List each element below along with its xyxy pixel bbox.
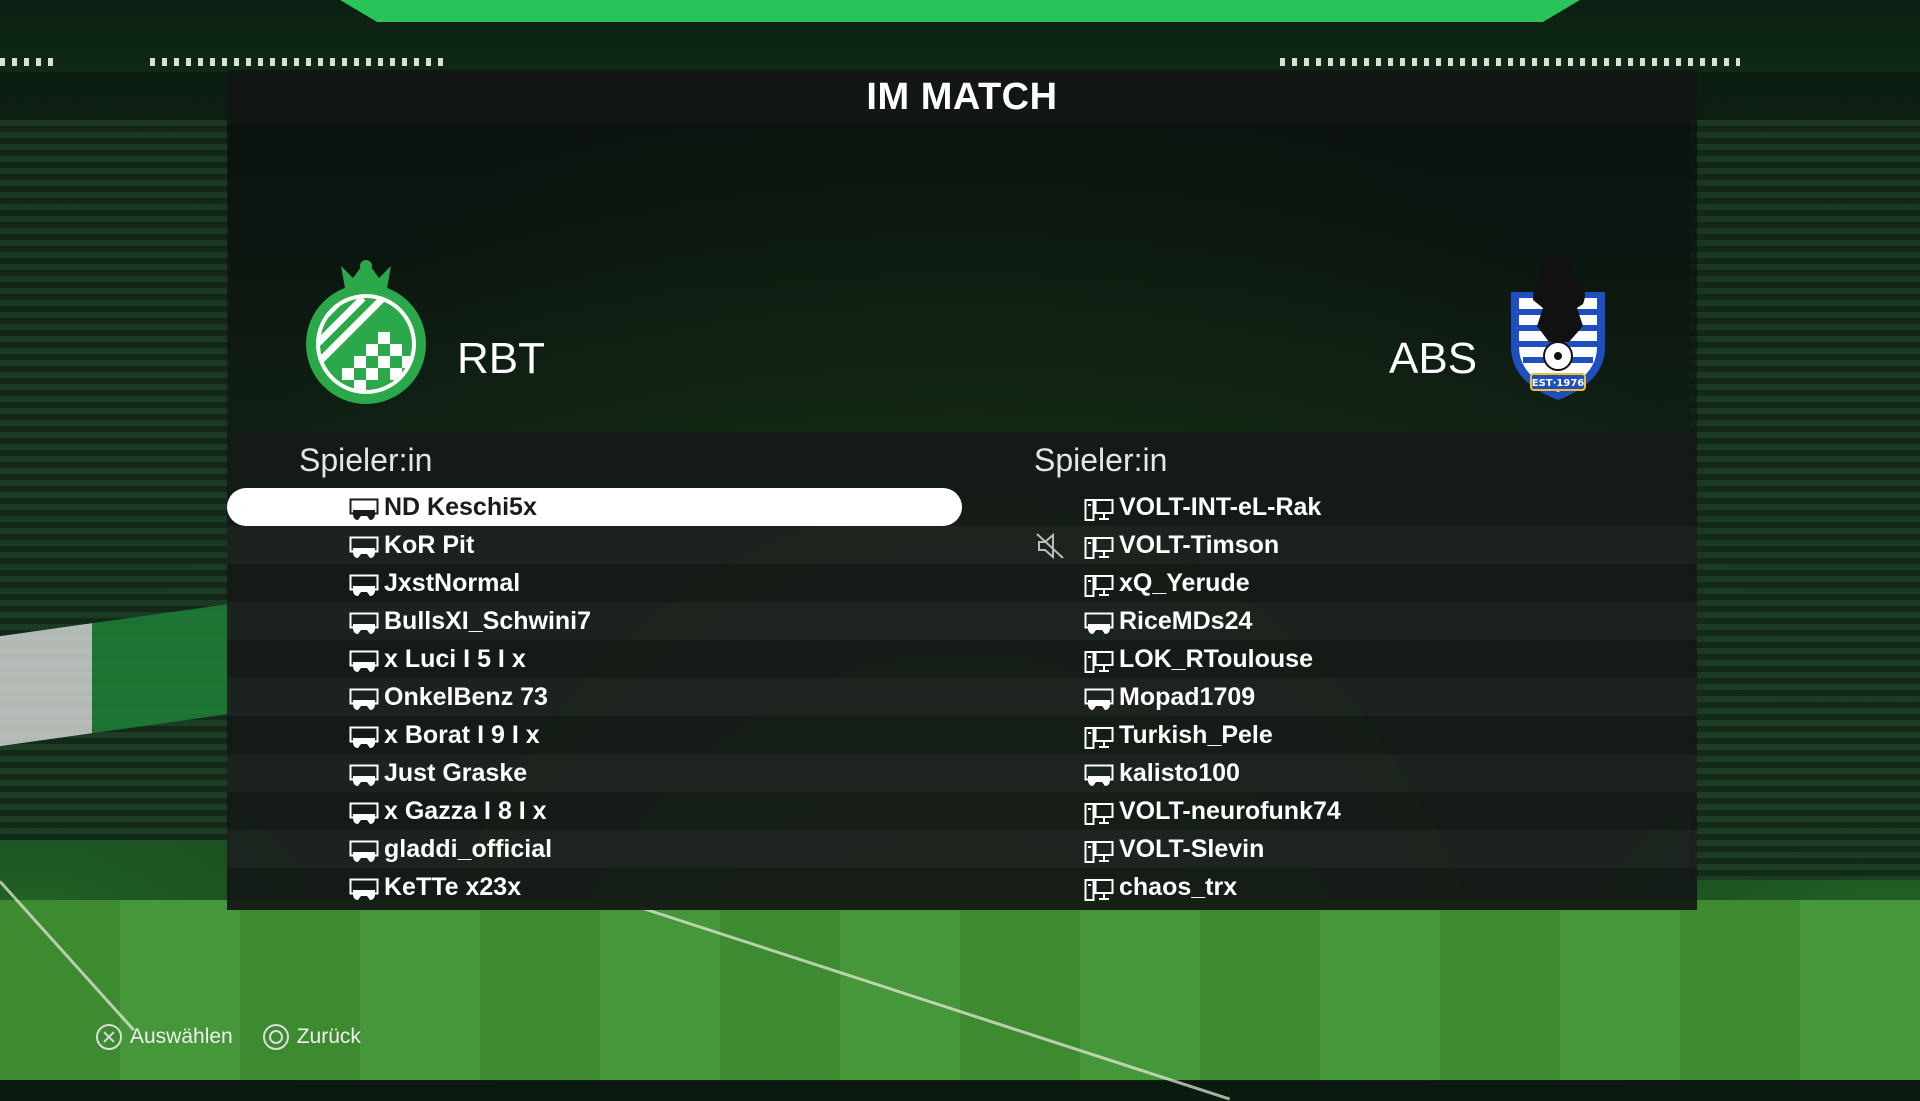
player-row[interactable]: VOLT-Slevin — [962, 830, 1697, 868]
controller-platform-icon — [349, 837, 379, 862]
player-row[interactable]: kalisto100 — [962, 754, 1697, 792]
player-row[interactable]: OnkelBenz 73 — [227, 678, 962, 716]
player-row[interactable]: RiceMDs24 — [962, 602, 1697, 640]
player-name: JxstNormal — [384, 569, 521, 597]
player-name: kalisto100 — [1119, 759, 1240, 787]
home-team-crest-icon — [306, 260, 426, 404]
pc-platform-icon — [1084, 837, 1114, 863]
controller-platform-icon — [1084, 761, 1114, 786]
home-player-list: Spieler:in ND Keschi5x KoR Pit JxstNormal B… — [227, 432, 962, 910]
away-team-name: ABS — [1389, 334, 1478, 383]
controller-platform-icon — [349, 875, 379, 900]
player-row[interactable]: VOLT-INT-eL-Rak — [962, 488, 1697, 526]
pc-platform-icon — [1084, 723, 1114, 749]
away-player-list: Spieler:in VOLT-INT-eL-Rak VOLT-Timson xQ_… — [962, 432, 1697, 910]
player-row[interactable]: VOLT-neurofunk74 — [962, 792, 1697, 830]
player-row[interactable]: Mopad1709 — [962, 678, 1697, 716]
teams-header: RBT ABS EST·1976 — [227, 124, 1697, 432]
player-row[interactable]: BullsXI_Schwini7 — [227, 602, 962, 640]
player-row[interactable]: chaos_trx — [962, 868, 1697, 906]
home-team-name: RBT — [457, 334, 545, 383]
player-row[interactable]: Just Graske — [227, 754, 962, 792]
controller-platform-icon — [349, 571, 379, 596]
pc-platform-icon — [1084, 571, 1114, 597]
pc-platform-icon — [1084, 875, 1114, 901]
controller-platform-icon — [349, 533, 379, 558]
player-name: KeTTe x23x — [384, 873, 522, 901]
pc-platform-icon — [1084, 647, 1114, 673]
select-label: Auswählen — [130, 1025, 233, 1048]
pc-platform-icon — [1084, 799, 1114, 825]
player-row[interactable]: KeTTe x23x — [227, 868, 962, 906]
muted-speaker-icon[interactable] — [1035, 532, 1067, 560]
home-rows: ND Keschi5x KoR Pit JxstNormal BullsXI_Schw… — [227, 488, 962, 906]
player-name: RiceMDs24 — [1119, 607, 1253, 635]
back-label: Zurück — [296, 1025, 361, 1048]
crest-est-text: EST·1976 — [1532, 378, 1585, 389]
player-name: chaos_trx — [1119, 873, 1238, 901]
player-row[interactable]: x Luci I 5 I x — [227, 640, 962, 678]
roof-beam — [340, 0, 1580, 22]
stand-right — [1690, 120, 1920, 880]
player-row[interactable]: xQ_Yerude — [962, 564, 1697, 602]
player-row[interactable]: x Gazza I 8 I x — [227, 792, 962, 830]
player-row[interactable]: gladdi_official — [227, 830, 962, 868]
cross-button-icon — [96, 1024, 122, 1050]
player-name: VOLT-neurofunk74 — [1119, 797, 1341, 825]
player-name: VOLT-Timson — [1119, 531, 1280, 559]
player-name: OnkelBenz 73 — [384, 683, 548, 711]
controller-platform-icon — [349, 495, 379, 520]
controller-platform-icon — [349, 647, 379, 672]
player-row[interactable]: ND Keschi5x — [227, 488, 962, 526]
player-name: x Luci I 5 I x — [384, 645, 526, 673]
player-name: BullsXI_Schwini7 — [384, 607, 592, 635]
pc-platform-icon — [1084, 533, 1114, 559]
floodlights-right — [1280, 58, 1740, 66]
player-row[interactable]: KoR Pit — [227, 526, 962, 564]
player-name: x Borat I 9 I x — [384, 721, 540, 749]
controller-platform-icon — [1084, 685, 1114, 710]
player-name: gladdi_official — [384, 835, 553, 863]
away-list-header: Spieler:in — [1034, 442, 1168, 478]
player-name: LOK_RToulouse — [1119, 645, 1313, 673]
player-row[interactable]: VOLT-Timson — [962, 526, 1697, 564]
player-name: Turkish_Pele — [1119, 721, 1273, 749]
player-name: xQ_Yerude — [1119, 569, 1250, 597]
player-row[interactable]: JxstNormal — [227, 564, 962, 602]
player-name: VOLT-Slevin — [1119, 835, 1265, 863]
away-rows: VOLT-INT-eL-Rak VOLT-Timson xQ_Yerude RiceM… — [962, 488, 1697, 906]
circle-button-icon — [262, 1024, 289, 1050]
player-lists: Spieler:in ND Keschi5x KoR Pit JxstNormal B… — [227, 432, 1697, 910]
player-name: KoR Pit — [384, 531, 475, 559]
controller-platform-icon — [349, 609, 379, 634]
controller-platform-icon — [349, 761, 379, 786]
away-team-crest-icon: EST·1976 — [1511, 257, 1605, 400]
floodlights-left — [0, 58, 60, 66]
controller-platform-icon — [1084, 609, 1114, 634]
player-name: ND Keschi5x — [384, 493, 537, 521]
controller-platform-icon — [349, 685, 379, 710]
in-match-panel: IM MATCH RBT ABS EST·1976 Spieler:in ND … — [227, 70, 1697, 910]
button-hints: Auswählen Zurück — [96, 1020, 361, 1054]
home-list-header: Spieler:in — [299, 442, 433, 478]
player-name: Just Graske — [384, 759, 528, 787]
floodlights-center-left — [150, 58, 450, 66]
pc-platform-icon — [1084, 495, 1114, 521]
player-name: VOLT-INT-eL-Rak — [1119, 493, 1322, 521]
controller-platform-icon — [349, 799, 379, 824]
player-name: x Gazza I 8 I x — [384, 797, 547, 825]
player-row[interactable]: Turkish_Pele — [962, 716, 1697, 754]
page-title: IM MATCH — [866, 76, 1058, 118]
player-row[interactable]: LOK_RToulouse — [962, 640, 1697, 678]
controller-platform-icon — [349, 723, 379, 748]
back-hint[interactable]: Zurück — [262, 1024, 361, 1050]
title-bar: IM MATCH — [227, 70, 1697, 124]
select-hint[interactable]: Auswählen — [96, 1024, 233, 1050]
player-name: Mopad1709 — [1119, 683, 1256, 711]
player-row[interactable]: x Borat I 9 I x — [227, 716, 962, 754]
